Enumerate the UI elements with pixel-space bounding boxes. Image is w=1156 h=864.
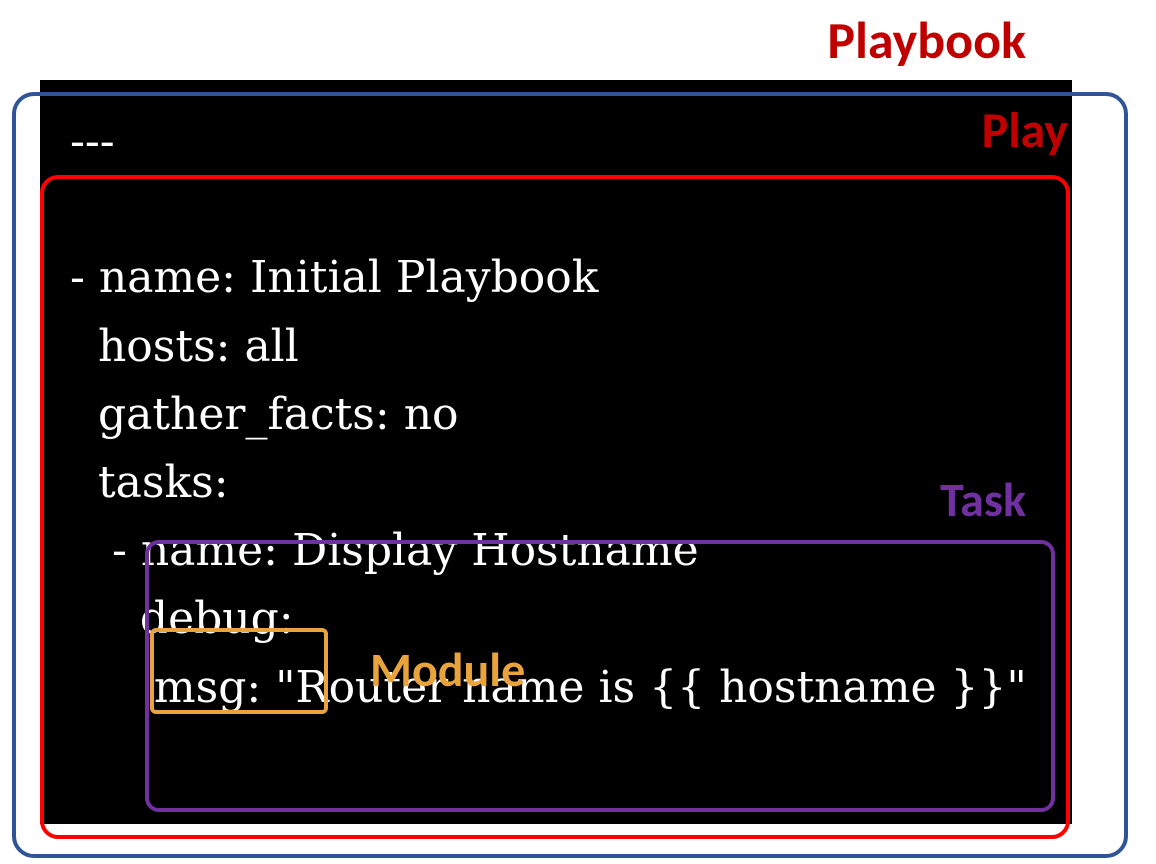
code-line-9: msg: "Router name is {{ hostname }}" <box>70 662 1027 713</box>
code-block: --- - name: Initial Playbook hosts: all … <box>40 80 1072 824</box>
code-line-6: tasks: <box>70 457 229 508</box>
label-module: Module <box>370 640 525 699</box>
label-task: Task <box>940 470 1026 529</box>
code-line-4: hosts: all <box>70 321 299 372</box>
label-playbook: Playbook <box>827 8 1026 72</box>
code-line-5: gather_facts: no <box>70 389 459 440</box>
code-line-8: debug: <box>70 593 294 644</box>
label-play: Play <box>982 100 1068 161</box>
code-line-1: --- <box>70 116 115 167</box>
code-line-3: - name: Initial Playbook <box>70 252 598 303</box>
code-line-7: - name: Display Hostname <box>70 525 699 576</box>
